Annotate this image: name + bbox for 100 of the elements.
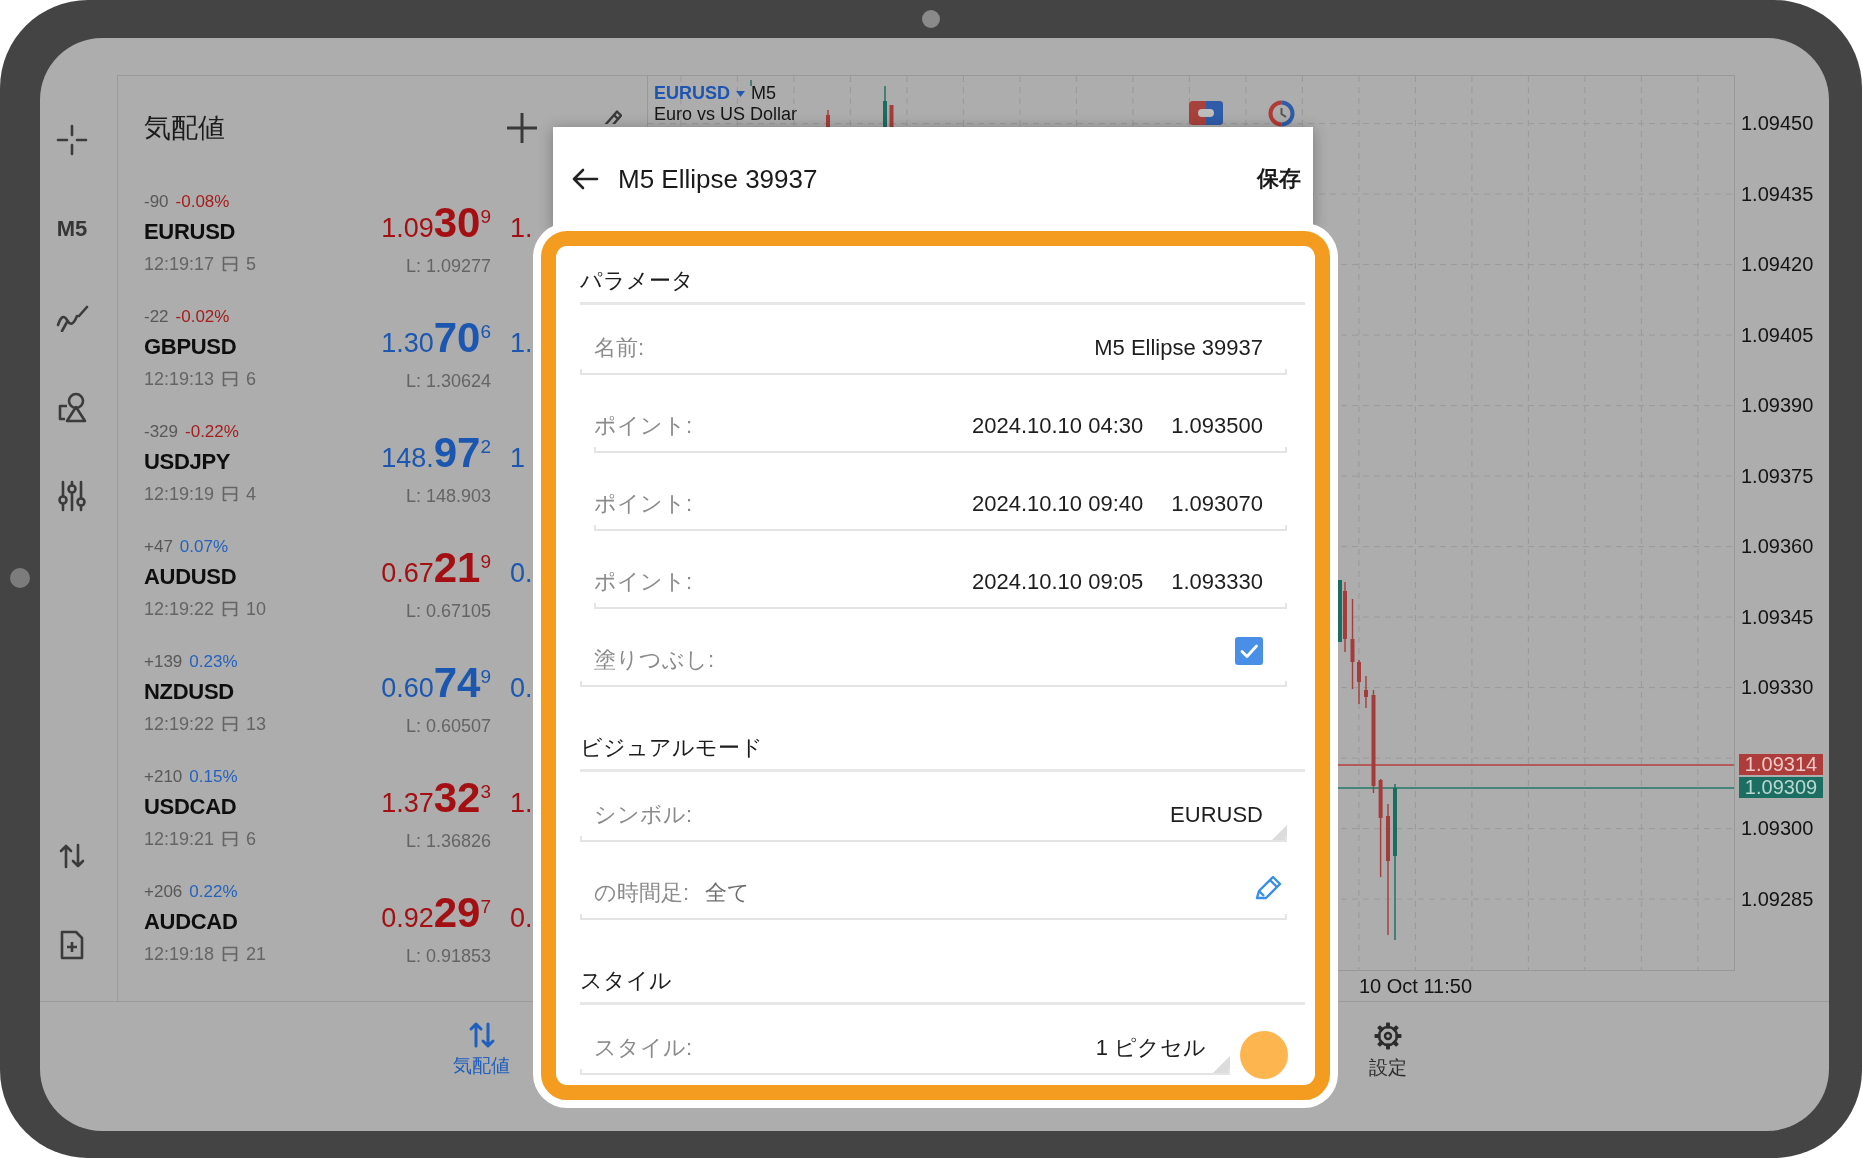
- spread-icon: [222, 256, 239, 272]
- up-down-arrows-icon: [467, 1021, 496, 1049]
- ask-price: 1.: [510, 212, 533, 245]
- quote-time: 12:19:21: [144, 828, 215, 851]
- candle: [826, 109, 830, 128]
- candle: [883, 85, 887, 128]
- bid-price: 1.3732$^{3}$: [381, 777, 491, 823]
- quote-time: 12:19:22: [144, 598, 215, 621]
- symbol-name: AUDCAD: [144, 908, 238, 936]
- dialog-title: M5 Ellipse 39937: [618, 163, 818, 195]
- shapes-icon[interactable]: [57, 390, 87, 423]
- quote-time: 12:19:19: [144, 483, 215, 506]
- file-plus-icon[interactable]: [59, 928, 85, 961]
- section-title: パラメータ: [580, 268, 694, 294]
- price-label: 1.09285: [1741, 886, 1814, 911]
- field-label: シンボル:: [594, 802, 693, 828]
- nav-tab[interactable]: 設定: [1347, 1002, 1428, 1083]
- change-percent: 0.07%: [179, 536, 229, 558]
- pencil-icon[interactable]: [1254, 873, 1284, 901]
- quote-time: 12:19:18: [144, 943, 215, 966]
- back-arrow-icon[interactable]: [571, 167, 599, 191]
- point-price: 1.093070: [1171, 491, 1263, 517]
- section-title: スタイル: [580, 968, 672, 994]
- change-percent: -0.22%: [185, 421, 239, 443]
- chart-timeframe: M5: [751, 83, 777, 104]
- dropdown-field[interactable]: シンボル: EURUSD: [580, 772, 1287, 842]
- candle: [1364, 675, 1368, 709]
- field-label: の時間足:: [594, 880, 690, 906]
- symbol-name: EURUSD: [144, 218, 236, 246]
- ask-price: 1.: [510, 787, 533, 820]
- field-value: M5 Ellipse 39937: [1094, 335, 1263, 361]
- bid-price: 0.9229$^{7}$: [381, 892, 491, 938]
- price-label: 1.09360: [1741, 534, 1814, 559]
- low-price: L: 1.09277: [405, 255, 491, 278]
- symbol-name: USDCAD: [144, 793, 237, 821]
- wave-icon[interactable]: [55, 303, 89, 332]
- caret-icon[interactable]: [736, 90, 745, 97]
- side-dot-icon: [10, 568, 30, 588]
- timeframes-field[interactable]: の時間足: 全て: [580, 842, 1287, 920]
- candle: [1357, 659, 1361, 705]
- save-button[interactable]: 保存: [1257, 160, 1301, 198]
- price-label: 1.09375: [1741, 463, 1814, 488]
- checkbox[interactable]: [1235, 637, 1263, 665]
- gear-icon: [1372, 1021, 1403, 1051]
- bid-price-tag: 1.09314: [1739, 753, 1823, 775]
- ask-price-tag: 1.09309: [1739, 776, 1823, 798]
- field-value: 1 ピクセル: [1095, 1035, 1206, 1061]
- color-swatch-icon[interactable]: [1240, 1031, 1288, 1079]
- bid-price: 0.6074$^{9}$: [381, 662, 491, 708]
- spread-icon: [222, 716, 239, 732]
- section-title: ビジュアルモード: [580, 735, 763, 761]
- quote-time: 12:19:17: [144, 253, 215, 276]
- point-field[interactable]: ポイント: 2024.10.10 04:30 1.093500: [594, 375, 1287, 453]
- change-points: +210: [144, 766, 183, 788]
- change-percent: -0.02%: [175, 306, 230, 328]
- spread-icon: [222, 601, 239, 617]
- change-percent: 0.22%: [189, 881, 238, 903]
- bid-price: 148.97$^{2}$: [381, 432, 491, 478]
- dropdown-triangle-icon: [1213, 1056, 1230, 1073]
- price-label: 1.09450: [1741, 111, 1814, 136]
- split-toggle-icon[interactable]: [1189, 101, 1223, 125]
- price-label: 1.09300: [1741, 816, 1814, 841]
- ask-price: 1.: [510, 327, 533, 360]
- crosshair-icon[interactable]: [56, 123, 88, 156]
- ask-price: 1: [510, 442, 526, 475]
- quote-time: 12:19:13: [144, 368, 215, 391]
- up-down-arrows-icon[interactable]: [58, 842, 86, 869]
- point-date: 2024.10.10 09:05: [971, 569, 1144, 595]
- symbol-name: USDJPY: [144, 448, 231, 476]
- change-percent: 0.15%: [189, 766, 238, 788]
- field-value: EURUSD: [1170, 802, 1263, 828]
- name-field[interactable]: 名前: M5 Ellipse 39937: [580, 305, 1287, 375]
- clock-icon[interactable]: [1268, 100, 1295, 127]
- change-points: +139: [144, 651, 183, 673]
- point-date: 2024.10.10 04:30: [971, 413, 1144, 439]
- price-label: 1.09405: [1741, 322, 1814, 347]
- spread-icon: [222, 371, 239, 387]
- point-price: 1.093330: [1171, 569, 1263, 595]
- panel-title: 気配値: [144, 112, 225, 145]
- checkbox-field[interactable]: 塗りつぶし:: [580, 609, 1287, 687]
- symbol-name: AUDUSD: [144, 563, 237, 591]
- timeframe-button[interactable]: M5: [56, 215, 88, 242]
- ask-price: 0.: [510, 902, 533, 935]
- price-label: 1.09435: [1741, 181, 1814, 206]
- add-icon[interactable]: [505, 111, 539, 145]
- bid-price: 1.0930$^{9}$: [381, 202, 491, 248]
- time-label: 10 Oct 11:50: [1359, 975, 1473, 997]
- price-label: 1.09420: [1741, 252, 1814, 277]
- price-label: 1.09345: [1741, 604, 1814, 629]
- point-field[interactable]: ポイント: 2024.10.10 09:05 1.093330: [594, 531, 1287, 609]
- ask-price: 0.: [510, 557, 533, 590]
- change-points: +47: [144, 536, 173, 558]
- sliders-icon[interactable]: [58, 479, 86, 512]
- quote-time: 12:19:22: [144, 713, 215, 736]
- point-field[interactable]: ポイント: 2024.10.10 09:40 1.093070: [594, 453, 1287, 531]
- style-dropdown-field[interactable]: スタイル: 1 ピクセル: [580, 1005, 1230, 1075]
- price-label: 1.09330: [1741, 675, 1814, 700]
- low-price: L: 0.60507: [405, 715, 491, 738]
- spread-value: 10: [246, 598, 267, 621]
- bid-price: 0.6721$^{9}$: [381, 547, 491, 593]
